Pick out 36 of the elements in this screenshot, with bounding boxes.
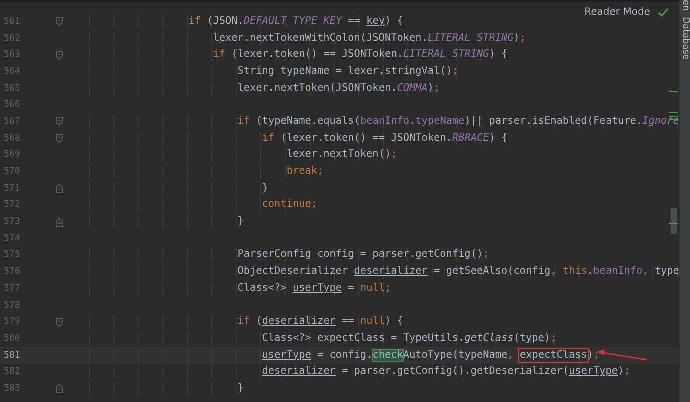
fold-icon[interactable] xyxy=(56,117,63,126)
fold-icon[interactable] xyxy=(56,318,63,327)
fold-icon[interactable] xyxy=(56,17,63,26)
line-number: 573 xyxy=(3,217,22,228)
arrow-annotation xyxy=(596,348,648,362)
fold-icon[interactable] xyxy=(56,218,63,227)
line-number: 565 xyxy=(3,84,22,94)
line-number: 576 xyxy=(3,267,22,278)
line-number: 577 xyxy=(3,284,22,294)
line-number: 562 xyxy=(3,34,22,44)
line-number: 571 xyxy=(3,184,22,194)
line-number: 578 xyxy=(3,300,22,311)
line-number: 569 xyxy=(3,150,22,160)
line-number: 563 xyxy=(3,50,22,60)
side-tool-tab[interactable]: en xyxy=(680,0,690,12)
line-number: 574 xyxy=(3,234,22,244)
fold-icon[interactable] xyxy=(56,50,63,60)
line-number: 583 xyxy=(3,384,22,394)
line-number: 567 xyxy=(3,116,22,127)
line-number: 582 xyxy=(3,367,22,378)
line-number: 566 xyxy=(3,100,22,110)
line-number: 581 xyxy=(3,350,22,361)
line-number: 568 xyxy=(3,134,22,144)
fold-icon[interactable] xyxy=(56,184,63,194)
line-number: 580 xyxy=(3,334,22,344)
line-number: 572 xyxy=(3,200,22,210)
fold-icon[interactable] xyxy=(56,384,63,394)
side-tool-tab[interactable]: Database xyxy=(680,17,690,60)
reader-mode-link[interactable]: Reader Mode xyxy=(584,7,650,18)
line-number: 561 xyxy=(3,16,22,27)
line-number: 579 xyxy=(3,317,22,328)
line-number: 570 xyxy=(3,167,22,178)
line-number: 564 xyxy=(3,66,22,77)
fold-icon[interactable] xyxy=(56,134,63,144)
checkmark-icon[interactable] xyxy=(658,8,670,17)
line-number: 575 xyxy=(3,250,22,260)
